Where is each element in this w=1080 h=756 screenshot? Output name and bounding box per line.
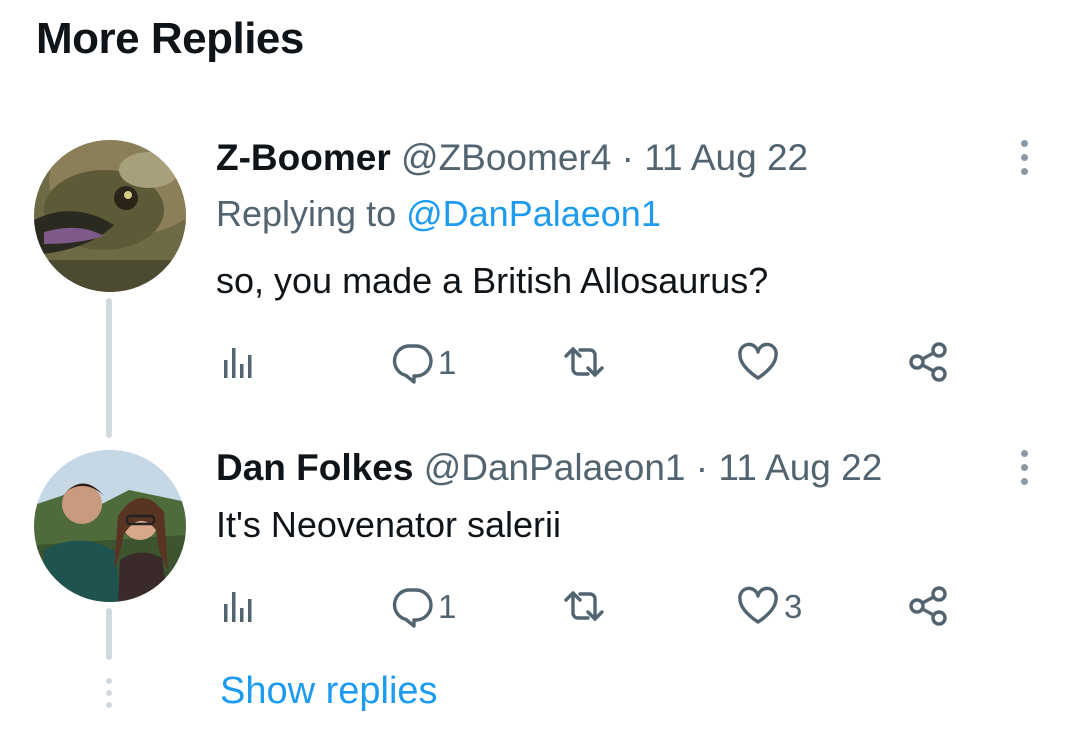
show-replies-link[interactable]: Show replies [220, 672, 438, 710]
share-button[interactable] [906, 340, 950, 384]
like-icon [738, 586, 778, 624]
display-name[interactable]: Z-Boomer [216, 137, 391, 178]
avatar[interactable] [34, 450, 186, 602]
retweet-icon [564, 347, 604, 377]
thread-continuation-dots [104, 678, 114, 708]
section-title: More Replies [36, 14, 304, 63]
like-button[interactable]: 3 [736, 584, 802, 628]
reply-button[interactable]: 1 [390, 340, 456, 384]
replying-prefix: Replying to [216, 193, 407, 234]
thread-line [106, 608, 112, 660]
reply-button[interactable]: 1 [390, 584, 456, 628]
retweet-button[interactable] [562, 340, 610, 384]
share-button[interactable] [906, 584, 950, 628]
reply-icon [392, 344, 433, 384]
like-icon [738, 342, 778, 380]
tweet-header: Dan Folkes @DanPalaeon1 · 11 Aug 22 [216, 449, 882, 486]
reply-icon [392, 588, 433, 628]
replying-to: Replying to @DanPalaeon1 [216, 196, 661, 232]
like-button[interactable] [736, 340, 784, 384]
retweet-icon [564, 591, 604, 621]
thread-line [106, 298, 112, 438]
like-count: 3 [784, 587, 803, 625]
tweet-date[interactable]: 11 Aug 22 [718, 447, 882, 488]
more-icon[interactable] [1014, 450, 1034, 485]
analytics-button[interactable] [218, 584, 262, 628]
tweet-text: so, you made a British Allosaurus? [216, 260, 769, 301]
user-handle[interactable]: @DanPalaeon1 [424, 447, 686, 488]
user-handle[interactable]: @ZBoomer4 [401, 137, 611, 178]
tweet-date[interactable]: 11 Aug 22 [644, 137, 808, 178]
analytics-icon [224, 592, 252, 622]
separator: · [621, 137, 634, 178]
separator: · [695, 447, 709, 488]
reply-count: 1 [438, 587, 457, 625]
share-icon [909, 586, 947, 626]
reply-count: 1 [438, 343, 457, 381]
analytics-button[interactable] [218, 340, 262, 384]
display-name[interactable]: Dan Folkes [216, 447, 413, 488]
more-icon[interactable] [1014, 140, 1034, 175]
share-icon [909, 342, 947, 382]
tweet-text: It's Neovenator salerii [216, 504, 562, 545]
mention-link[interactable]: @DanPalaeon1 [406, 193, 661, 234]
analytics-icon [224, 348, 252, 378]
tweet-header: Z-Boomer @ZBoomer4 · 11 Aug 22 [216, 139, 808, 176]
retweet-button[interactable] [562, 584, 610, 628]
avatar[interactable] [34, 140, 186, 292]
